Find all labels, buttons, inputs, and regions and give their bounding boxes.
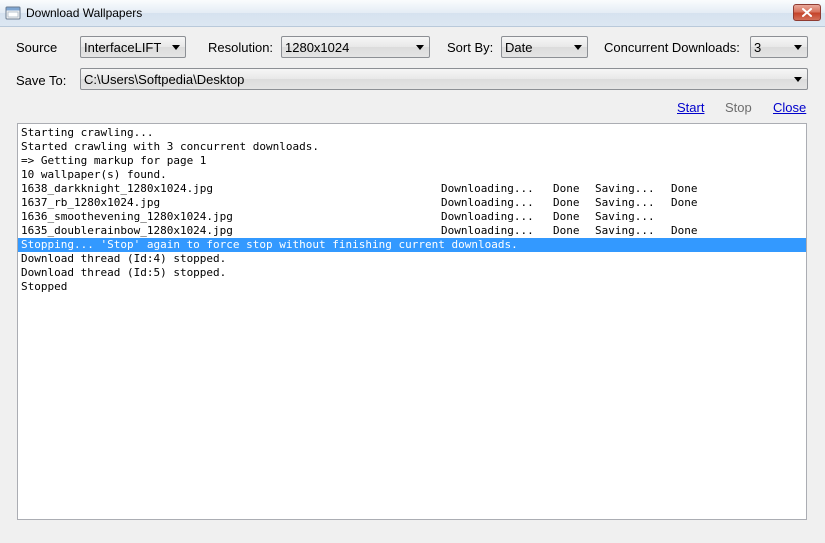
log-cell: 1638_darkknight_1280x1024.jpg <box>21 182 214 195</box>
saveto-value: C:\Users\Softpedia\Desktop <box>84 72 245 87</box>
log-line-selected[interactable]: Stopping... 'Stop' again to force stop w… <box>18 238 806 252</box>
log-cell: 1635_doublerainbow_1280x1024.jpg <box>21 224 233 237</box>
log-cell: Downloading... <box>441 196 534 209</box>
resolution-dropdown[interactable]: 1280x1024 <box>281 36 430 58</box>
log-cell: Done <box>553 210 580 223</box>
log-line[interactable]: 10 wallpaper(s) found. <box>18 168 806 182</box>
sortby-dropdown[interactable]: Date <box>501 36 588 58</box>
log-cell: Saving... <box>595 196 655 209</box>
log-output[interactable]: Starting crawling... Started crawling wit… <box>17 123 807 520</box>
title-bar: Download Wallpapers <box>0 0 825 27</box>
log-line[interactable]: Download thread (Id:4) stopped. <box>18 252 806 266</box>
log-cell: Done <box>671 182 698 195</box>
log-cell: Saving... <box>595 210 655 223</box>
log-line[interactable]: 1637_rb_1280x1024.jpg Downloading... Done S… <box>18 196 806 210</box>
log-line[interactable]: Download thread (Id:5) stopped. <box>18 266 806 280</box>
stop-link[interactable]: Stop <box>725 100 752 115</box>
log-cell: Download thread (Id:4) stopped. <box>21 252 227 265</box>
chevron-down-icon <box>172 45 180 50</box>
log-cell: Done <box>553 224 580 237</box>
chevron-down-icon <box>416 45 424 50</box>
chevron-down-icon <box>574 45 582 50</box>
saveto-label: Save To: <box>16 73 67 88</box>
log-cell: Done <box>671 224 698 237</box>
log-cell: 1636_smoothevening_1280x1024.jpg <box>21 210 233 223</box>
sortby-value: Date <box>505 40 533 55</box>
log-cell: Done <box>553 196 580 209</box>
window-title: Download Wallpapers <box>26 6 143 20</box>
log-cell: Download thread (Id:5) stopped. <box>21 266 227 279</box>
chevron-down-icon <box>794 45 802 50</box>
log-line[interactable]: Started crawling with 3 concurrent downl… <box>18 140 806 154</box>
log-cell: Done <box>553 182 580 195</box>
close-link[interactable]: Close <box>773 100 806 115</box>
app-window-icon[interactable] <box>5 5 21 21</box>
resolution-label: Resolution: <box>208 40 274 55</box>
source-dropdown[interactable]: InterfaceLIFT <box>80 36 186 58</box>
log-cell: Downloading... <box>441 224 534 237</box>
log-cell: Downloading... <box>441 182 534 195</box>
log-cell: Stopping... 'Stop' again to force stop w… <box>21 238 518 251</box>
log-line[interactable]: Starting crawling... <box>18 126 806 140</box>
concurrent-downloads-label: Concurrent Downloads: <box>604 40 740 55</box>
log-cell: 1637_rb_1280x1024.jpg <box>21 196 161 209</box>
log-cell: Stopped <box>21 280 68 293</box>
concurrent-downloads-value: 3 <box>754 40 762 55</box>
log-cell: Saving... <box>595 224 655 237</box>
log-line[interactable]: Stopped <box>18 280 806 294</box>
log-cell: 10 wallpaper(s) found. <box>21 168 167 181</box>
sortby-label: Sort By: <box>447 40 494 55</box>
log-line[interactable]: => Getting markup for page 1 <box>18 154 806 168</box>
chevron-down-icon <box>794 77 802 82</box>
log-cell: Starting crawling... <box>21 126 154 139</box>
log-line[interactable]: 1635_doublerainbow_1280x1024.jpg Download… <box>18 224 806 238</box>
log-line[interactable]: 1638_darkknight_1280x1024.jpg Downloading… <box>18 182 806 196</box>
log-cell: Downloading... <box>441 210 534 223</box>
log-line[interactable]: 1636_smoothevening_1280x1024.jpg Download… <box>18 210 806 224</box>
log-cell: Done <box>671 196 698 209</box>
resolution-value: 1280x1024 <box>285 40 350 55</box>
saveto-combobox[interactable]: C:\Users\Softpedia\Desktop <box>80 68 808 90</box>
window-close-button[interactable] <box>793 4 821 21</box>
close-icon <box>802 8 812 17</box>
concurrent-downloads-dropdown[interactable]: 3 <box>750 36 808 58</box>
start-link[interactable]: Start <box>677 100 704 115</box>
log-cell: => Getting markup for page 1 <box>21 154 207 167</box>
log-cell: Started crawling with 3 concurrent downl… <box>21 140 320 153</box>
log-cell: Saving... <box>595 182 655 195</box>
source-value: InterfaceLIFT <box>84 40 162 55</box>
source-label: Source <box>16 40 58 55</box>
